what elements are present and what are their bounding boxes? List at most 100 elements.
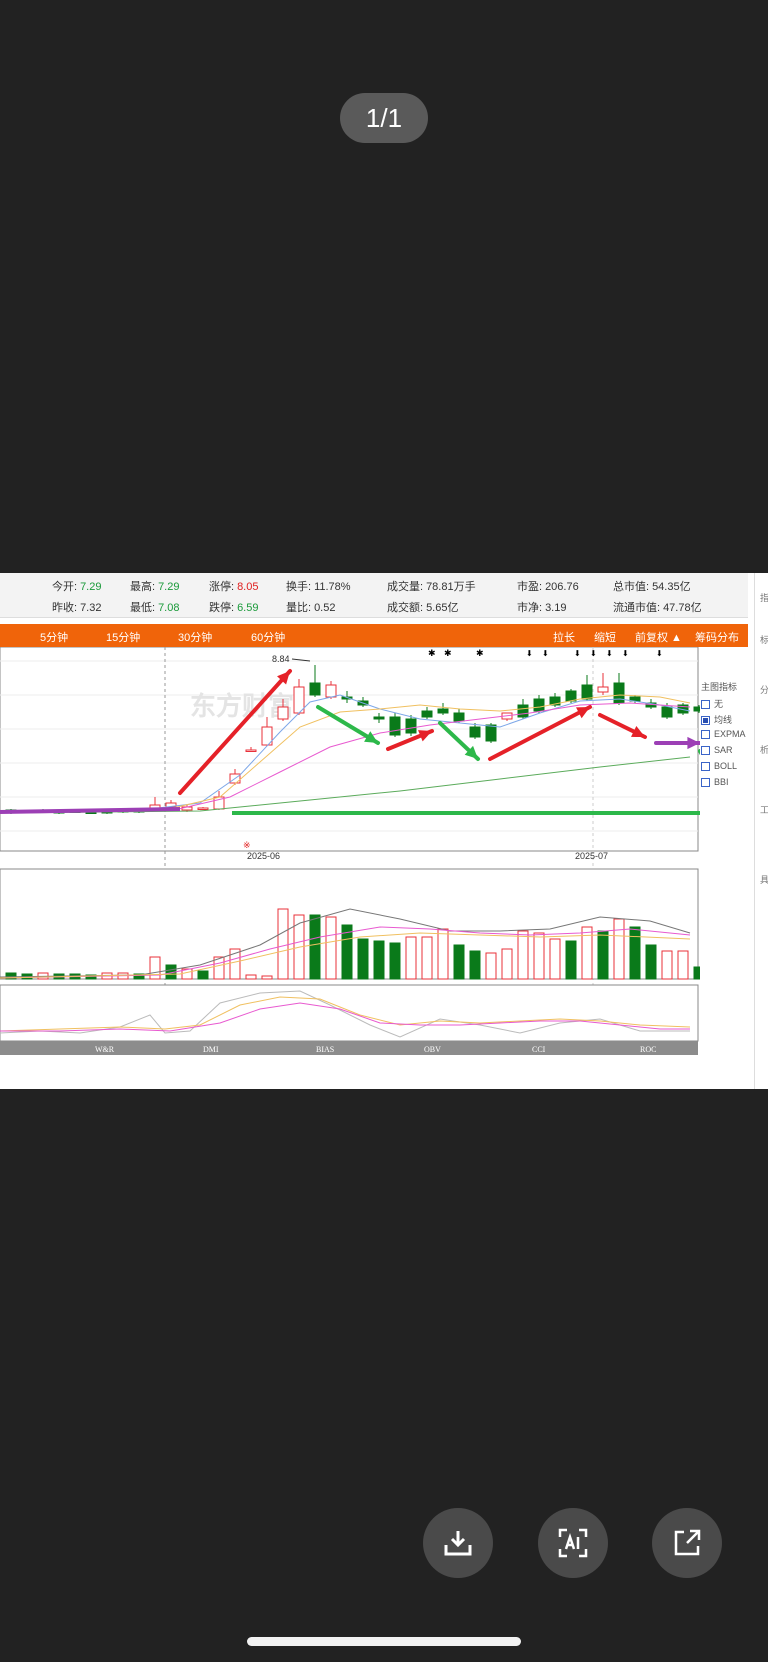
volume-bar [389,942,401,980]
quote-value: 7.32 [80,602,102,614]
legend-option[interactable]: BBI [701,777,753,793]
quote-value: 7.29 [80,581,102,593]
legend-option[interactable]: BOLL [701,761,753,777]
quote-label: 涨停: [209,581,235,593]
candle-body [613,682,625,704]
indicator-tab[interactable]: OBV [424,1045,441,1054]
signal-marker: ⬇ [622,649,629,658]
quote-label: 昨收: [52,602,78,614]
quote-row1-item: 最高: 7.29 [130,578,179,594]
download-icon [444,1531,472,1556]
candle-body [517,704,529,718]
checkbox-icon[interactable] [701,746,710,756]
legend-title: 主图指标 [701,682,738,692]
candle-body [389,716,401,736]
candle-body [405,718,417,734]
period-tab[interactable]: 30分钟 [178,629,212,645]
legend-option[interactable]: 无 [701,697,753,713]
quote-value: 0.52 [314,602,336,614]
quote-row2-item: 最低: 7.08 [130,599,179,615]
indicator-tab[interactable]: CCI [532,1045,546,1054]
checkbox-icon[interactable] [701,716,710,726]
indicator-tab[interactable]: DMI [203,1045,219,1054]
candle-body [245,749,257,752]
quote-value: 6.59 [237,602,259,614]
chart-control-tab[interactable]: 缩短 [594,629,616,645]
quote-label: 最低: [130,602,156,614]
period-tab[interactable]: 5分钟 [40,629,68,645]
candle-body [565,690,577,702]
volume-bar [357,938,369,980]
volume-bar [325,916,337,980]
stock-chart-screenshot: 今开: 7.29 最高: 7.29 涨停: 8.05 换手: 11.78% 成交量: 78.81万… [0,573,768,1089]
quote-row2-item: 跌停: 6.59 [209,599,258,615]
indicator-tab[interactable]: BIAS [316,1045,334,1054]
candle-body [533,698,545,712]
quote-row2-item: 流通市值: 47.78亿 [613,599,702,615]
share-button[interactable] [652,1508,722,1578]
quote-value: 206.76 [545,581,579,593]
quote-row1-item: 涨停: 8.05 [209,578,258,594]
volume-bar [437,928,449,980]
volume-bar [469,950,481,980]
quote-label: 总市值: [613,581,650,593]
right-side-panel: 指标分 析工具 [754,573,768,1089]
volume-bar [613,918,625,980]
indicator-tab[interactable]: W&R [95,1045,115,1054]
signal-marker: ⬇ [574,649,581,658]
quote-value: 7.08 [158,602,180,614]
legend-option[interactable]: 均线 [701,713,753,729]
candle-body [421,710,433,718]
quote-label: 成交量: [387,581,424,593]
quote-label: 量比: [286,602,312,614]
chart-control-tab[interactable]: 拉长 [553,629,575,645]
volume-bar [693,966,700,980]
volume-bar [309,914,321,980]
legend-option-label: BOLL [714,761,738,771]
quote-value: 5.65亿 [426,602,459,614]
candle-body [597,686,609,693]
quote-row2-item: 市净: 3.19 [517,599,566,615]
quote-row1-item: 市盈: 206.76 [517,578,579,594]
legend-option-label: 无 [714,699,724,709]
volume-bar [517,930,529,980]
quote-row1-item: 换手: 11.78% [286,578,351,594]
candle-body [661,706,673,718]
quote-row1-item: 成交量: 78.81万手 [387,578,476,594]
quote-value: 7.29 [158,581,180,593]
signal-marker: ✱ [428,649,436,659]
candle-body [325,684,337,698]
chart-control-tab[interactable]: 前复权 ▲ [635,629,682,645]
quote-label: 成交额: [387,602,424,614]
signal-marker: ✱ [476,649,484,659]
volume-bar [661,950,673,980]
indicator-tab[interactable]: ROC [640,1045,656,1054]
quote-value: 78.81万手 [426,581,476,593]
checkbox-icon[interactable] [701,762,710,772]
quote-value: 8.05 [237,581,259,593]
x-axis-label: 2025-07 [575,851,608,861]
volume-bar [245,974,257,980]
volume-bar [597,930,609,980]
checkbox-icon[interactable] [701,730,710,740]
checkbox-icon[interactable] [701,700,710,710]
quote-label: 流通市值: [613,602,661,614]
volume-bar [149,956,161,980]
candle-body [373,716,385,720]
period-tab[interactable]: 60分钟 [251,629,285,645]
legend-option[interactable]: SAR [701,745,753,761]
checkbox-icon[interactable] [701,778,710,788]
candle-body [453,712,465,722]
quote-row1-item: 总市值: 54.35亿 [613,578,691,594]
legend-option-label: BBI [714,777,729,787]
signal-marker: ⬇ [656,649,663,658]
volume-bar [405,936,417,980]
ai-text-button[interactable] [538,1508,608,1578]
legend-option[interactable]: EXPMA [701,729,753,745]
chart-control-tab[interactable]: 筹码分布 [695,629,739,645]
page-indicator: 1/1 [340,93,428,143]
period-tab[interactable]: 15分钟 [106,629,140,645]
download-button[interactable] [423,1508,493,1578]
ai-scan-icon [558,1528,588,1558]
quote-label: 市净: [517,602,543,614]
